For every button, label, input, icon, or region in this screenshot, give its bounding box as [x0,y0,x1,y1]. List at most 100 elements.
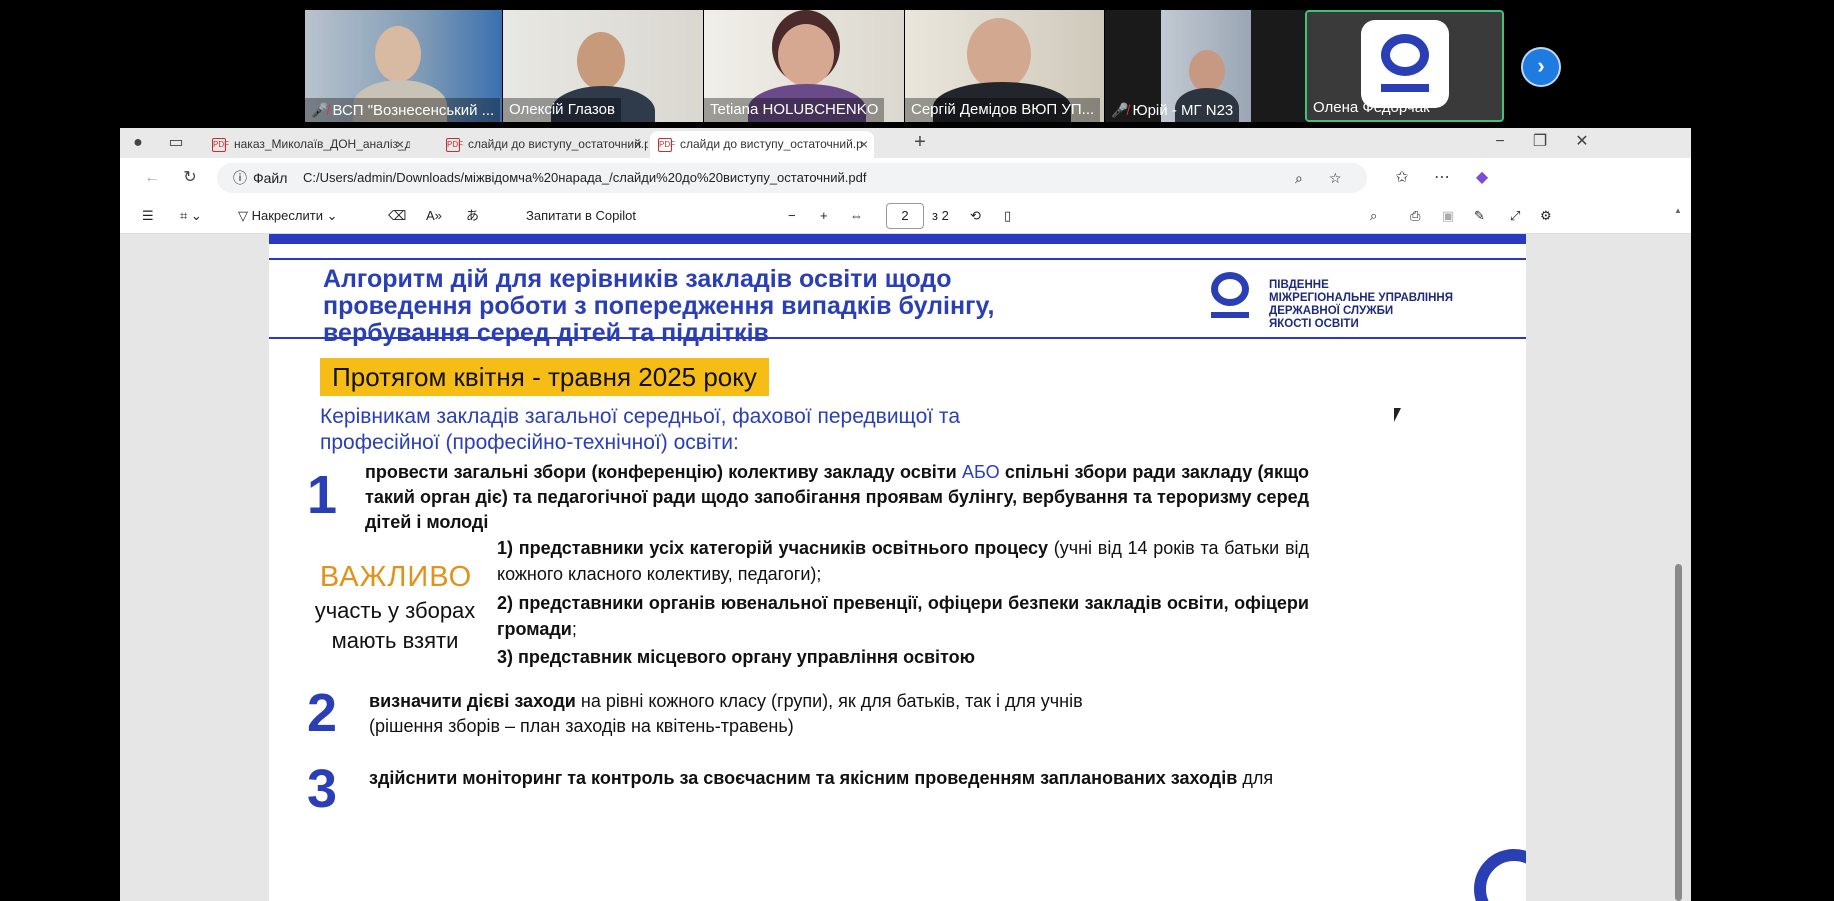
rotate-icon[interactable]: ⟲ [970,206,981,226]
participant-tile-1[interactable]: 🎤̸ ВСП "Вознесенський ... [305,10,502,122]
refresh-icon[interactable]: ↻ [180,168,200,188]
participant-face [967,18,1031,90]
zoom-out-icon[interactable]: − [788,206,796,226]
step-2-text: визначити дієві заходи на рівні кожного … [369,691,1083,736]
fullscreen-icon[interactable]: ⤢ [1510,206,1520,226]
participant-face [375,26,421,82]
participant-face [577,32,625,90]
participant-tile-4[interactable]: Сергій Демідов ВЮП УП... [905,10,1104,122]
info-icon: ⓘ [233,170,247,186]
new-tab-icon[interactable]: + [910,132,930,152]
corner-logo-icon [1474,849,1526,901]
close-tab-icon[interactable]: × [634,131,642,158]
participant-tile-5[interactable]: 🎤̸ Юрій - МГ N23 [1105,10,1305,122]
mic-muted-icon: 🎤̸ [1111,102,1129,118]
slide-title: Алгоритм дій для керівників закладів осв… [323,265,995,347]
tab-bar: ● ▭ PDF наказ_Миколаїв_ДОН_аналіз_д3 × P… [120,128,1691,158]
participant-item-1: 1) представники усіх категорій учасників… [497,538,1310,584]
slide-top-bar [269,234,1526,244]
profile-icon[interactable]: ● [128,133,148,153]
draw-icon: ▽ [238,208,248,223]
participant-face [778,24,834,86]
address-bar-row: ← ↻ ⓘ Файл C:/Users/admin/Downloads/міжв… [120,158,1691,198]
participant-avatar-logo [1361,20,1449,108]
search-icon[interactable]: ⌕ [1370,206,1377,226]
close-tab-icon[interactable]: × [860,131,868,158]
copilot-icon[interactable]: ◆ [1472,168,1492,188]
participant-name: 🎤̸ ВСП "Вознесенський ... [305,98,501,122]
pdf-icon: PDF [212,138,229,152]
org-name: ПІВДЕННЕ МІЖРЕГІОНАЛЬНЕ УПРАВЛІННЯ ДЕРЖА… [1269,279,1453,330]
mouse-cursor-icon [1394,408,1401,422]
close-window-icon[interactable]: ✕ [1572,132,1592,152]
participant-tile-active[interactable]: Олена Федорчак [1305,10,1504,122]
minimize-icon[interactable]: − [1490,132,1510,152]
favorite-icon[interactable]: ☆ [1329,163,1342,193]
scroll-up-icon[interactable]: ▲ [1674,206,1682,215]
page-number-input[interactable]: 2 [886,203,924,229]
important-title: ВАЖЛИВО [319,561,473,593]
favorites-icon[interactable]: ✩ [1392,168,1412,188]
step-number-1: 1 [307,465,338,525]
print-icon[interactable]: ⎙ [1410,206,1420,226]
contents-icon[interactable]: ☰ [142,206,154,226]
tab-2[interactable]: PDF слайди до виступу_остаточний.p × [438,131,648,158]
save-icon[interactable]: ▣ [1442,206,1454,226]
participant-item-2: 2) представники органів ювенальної преве… [497,593,1309,639]
restore-icon[interactable]: ❐ [1530,132,1550,152]
eraser-icon[interactable]: ⌫ [388,206,406,226]
org-logo-icon [1209,272,1255,322]
participant-face [1189,50,1225,92]
period-banner: Протягом квітня - травня 2025 року [320,358,769,396]
scrollbar[interactable]: ▲ [1674,206,1683,901]
tab-actions-icon[interactable]: ▭ [166,133,186,153]
browser-window: ● ▭ PDF наказ_Миколаїв_ДОН_аналіз_д3 × P… [120,128,1691,901]
participant-name: 🎤̸ Юрій - МГ N23 [1111,102,1234,119]
file-label: Файл [253,170,288,186]
address-field[interactable]: ⓘ Файл C:/Users/admin/Downloads/міжвідом… [217,163,1367,193]
slide-page: Алгоритм дій для керівників закладів осв… [269,234,1526,901]
pdf-toolbar: ☰ ⌗ ⌄ ▽ Накреслити ⌄ ⌫ A» あ Запитати в C… [120,198,1691,234]
chevron-down-icon: ⌄ [326,208,338,223]
step-3-text: здійснити моніторинг та контроль за своє… [369,768,1274,788]
participant-name: Tetiana HOLUBCHENKO [704,98,885,122]
save-as-icon[interactable]: ✎ [1474,206,1485,226]
zoom-icon[interactable]: ⌕ [1295,163,1303,193]
fit-page-icon[interactable]: ⇔ [850,206,863,226]
participant-name: Олексій Глазов [503,98,621,122]
read-aloud-icon[interactable]: A» [426,206,442,226]
slide-rule-top [269,258,1526,260]
mic-muted-icon: 🎤̸ [311,102,329,118]
ask-copilot-button[interactable]: Запитати в Copilot [526,206,636,226]
scroll-thumb[interactable] [1675,564,1682,901]
close-tab-icon[interactable]: × [396,131,404,158]
slide-rule-bottom [269,337,1526,339]
chevron-right-icon: › [1537,53,1545,78]
highlight-icon[interactable]: ⌗ ⌄ [180,206,202,226]
important-desc: участь у зборах мають взяти [314,598,476,653]
pdf-viewer[interactable]: Алгоритм дій для керівників закладів осв… [120,206,1691,901]
step-1-text: провести загальні збори (конференцію) ко… [365,462,1309,532]
participant-item-3: 3) представник місцевого органу управлін… [497,647,975,667]
tab-1[interactable]: PDF наказ_Миколаїв_ДОН_аналіз_д3 × [204,131,410,158]
page-view-icon[interactable]: ▯ [1004,206,1011,226]
zoom-in-icon[interactable]: + [820,206,828,226]
settings-icon[interactable]: ⚙ [1540,206,1552,226]
address-url: C:/Users/admin/Downloads/міжвідомча%20на… [303,170,867,185]
participant-tile-2[interactable]: Олексій Глазов [503,10,703,122]
pdf-icon: PDF [446,138,463,152]
participant-name: Сергій Демідов ВЮП УП... [905,98,1101,122]
more-icon[interactable]: ⋯ [1432,168,1452,188]
screen: 🎤̸ ВСП "Вознесенський ... Олексій Глазов … [0,0,1834,901]
participant-tile-3[interactable]: Tetiana HOLUBCHENKO [704,10,904,122]
next-participants-button[interactable]: › [1521,47,1561,87]
draw-tool[interactable]: ▽ Накреслити ⌄ [238,206,338,226]
audience-heading: Керівникам закладів загальної середньої,… [320,405,960,454]
tab-3-active[interactable]: PDF слайди до виступу_остаточний.p × [650,131,874,158]
page-total: з 2 [932,208,949,223]
back-icon[interactable]: ← [142,168,162,188]
translate-icon[interactable]: あ [466,206,479,226]
participant-name: Олена Федорчак [1313,99,1430,116]
pdf-icon: PDF [658,138,675,152]
step-number-3: 3 [307,759,338,819]
